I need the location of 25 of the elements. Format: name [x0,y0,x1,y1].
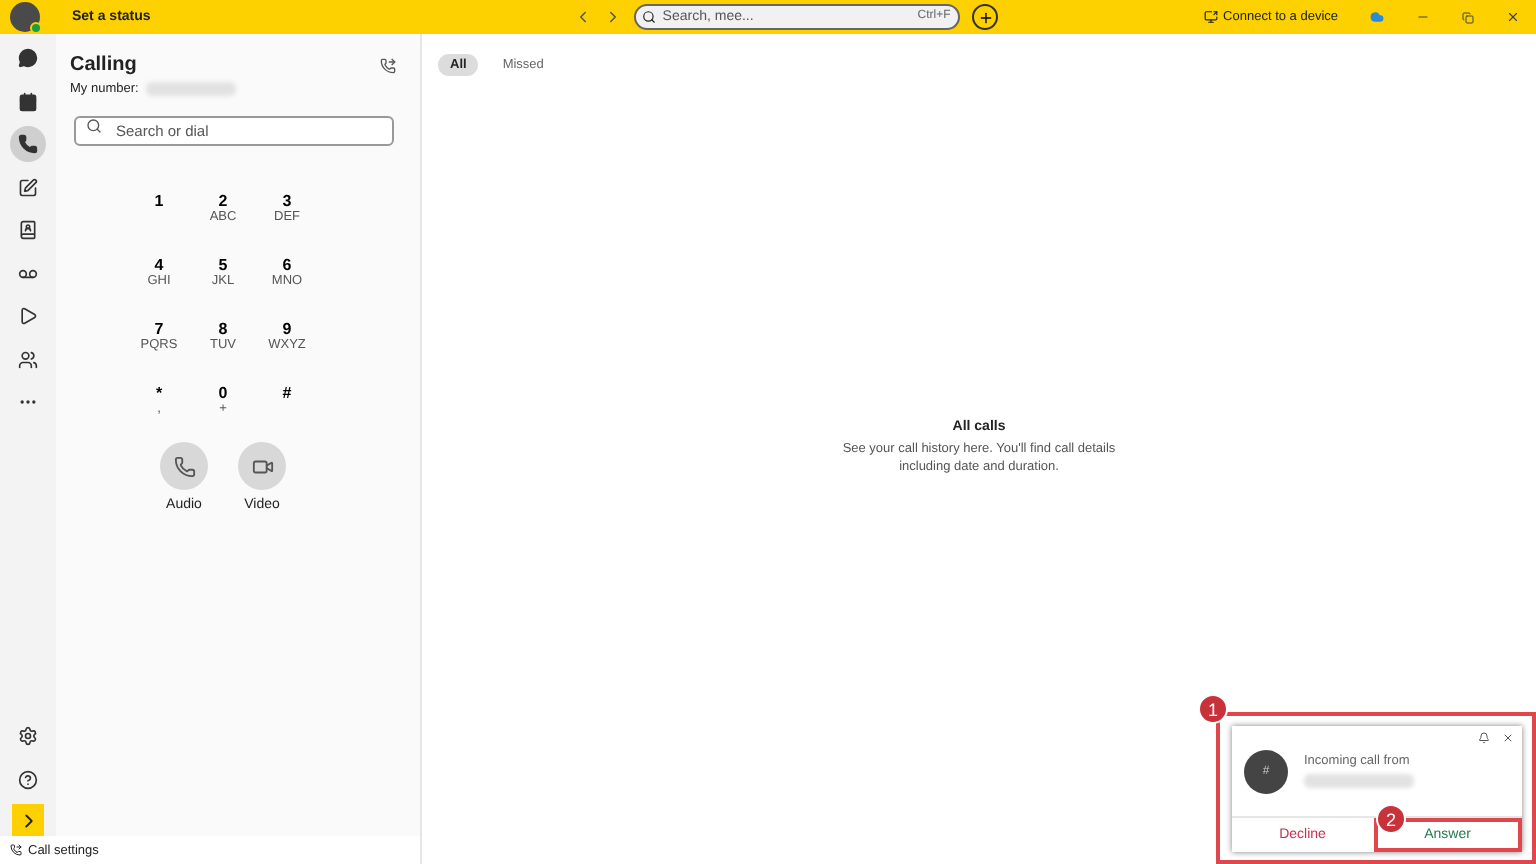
search-icon [642,10,657,24]
screen-share-icon [1203,10,1218,24]
close-icon[interactable] [1502,732,1514,744]
video-camera-icon [251,455,273,477]
blurred-number [146,82,237,96]
dial-key[interactable]: 1 [127,188,191,228]
phone-settings-icon [10,844,22,856]
add-button[interactable] [972,4,999,30]
dial-key[interactable]: # [255,380,319,420]
call-forward-icon[interactable] [380,57,396,73]
bell-icon[interactable] [1478,732,1490,744]
avatar[interactable] [10,2,40,32]
panel-title: Calling [70,54,137,76]
expand-button[interactable] [12,804,44,836]
search-icon [86,117,102,133]
phone-icon[interactable] [10,126,46,162]
cloud-icon[interactable] [1370,10,1384,24]
restore-button[interactable] [1462,11,1474,23]
audio-call-button[interactable] [160,442,208,490]
blurred-caller [1304,774,1414,788]
phone-icon [173,455,195,477]
close-button[interactable] [1506,10,1520,24]
plus-icon [977,9,994,25]
video-call-button[interactable] [238,442,286,490]
step-badge: 1 [1198,694,1228,724]
